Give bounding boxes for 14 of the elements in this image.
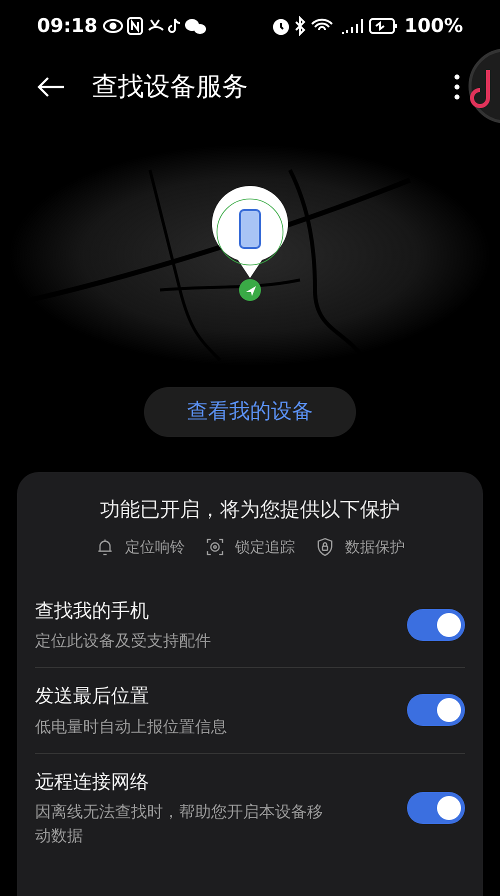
setting-description: 因离线无法查找时，帮助您开启本设备移动数据 <box>35 801 324 847</box>
setting-description: 定位此设备及受支持配件 <box>35 630 212 652</box>
status-time: 09:18 <box>37 14 98 39</box>
card-heading: 功能已开启，将为您提供以下保护 <box>99 496 401 523</box>
feature-label: 定位响铃 <box>125 537 185 558</box>
feature-label: 数据保护 <box>345 537 405 558</box>
page-title: 查找设备服务 <box>92 70 248 104</box>
setting-description: 低电量时自动上报位置信息 <box>35 716 228 738</box>
feature-label: 锁定追踪 <box>235 537 295 558</box>
battery-percent: 100% <box>404 14 463 39</box>
setting-title: 远程连接网络 <box>35 770 150 794</box>
view-my-devices-button[interactable]: 查看我的设备 <box>144 387 356 437</box>
setting-title: 查找我的手机 <box>35 598 150 624</box>
setting-title: 发送最后位置 <box>35 684 150 709</box>
